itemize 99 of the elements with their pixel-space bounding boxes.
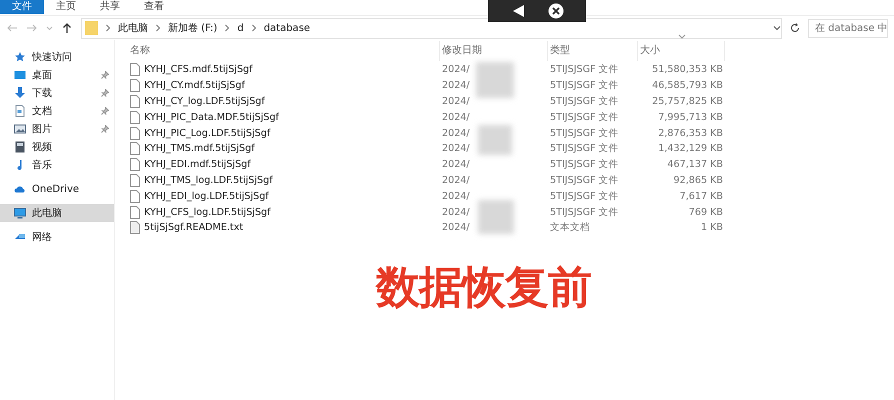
blurred-patch bbox=[478, 125, 512, 155]
search-field[interactable]: 在 database 中 bbox=[808, 18, 888, 38]
size-cell: 1 KB bbox=[700, 222, 723, 234]
file-icon bbox=[130, 94, 140, 108]
size-cell: 2,876,353 KB bbox=[658, 128, 723, 139]
type-cell: 5TIJSJSGF 文件 bbox=[550, 112, 619, 123]
address-bar[interactable]: 此电脑 新加卷 (F:) d database bbox=[81, 18, 782, 38]
file-name[interactable]: KYHJ_TMS_log.LDF.5tijSjSgf bbox=[144, 174, 273, 186]
file-name[interactable]: KYHJ_EDI.mdf.5tijSjSgf bbox=[144, 159, 251, 170]
file-name[interactable]: KYHJ_CFS.mdf.5tijSjSgf bbox=[144, 64, 253, 76]
download-icon bbox=[14, 87, 26, 99]
size-cell: 7,617 KB bbox=[680, 190, 723, 202]
blurred-patch bbox=[476, 62, 514, 98]
star-icon bbox=[14, 51, 26, 63]
date-cell: 2024/ bbox=[442, 174, 470, 186]
overlay-caption: 数据恢复前 bbox=[376, 262, 591, 314]
ribbon-tab[interactable]: 查看 bbox=[132, 0, 176, 14]
file-name[interactable]: KYHJ_CFS_log.LDF.5tijSjSgf bbox=[144, 206, 271, 218]
dropdown-caret-icon[interactable] bbox=[773, 24, 781, 32]
date-cell: 2024/ bbox=[442, 64, 470, 76]
date-cell: 2024/ bbox=[442, 222, 470, 234]
type-cell: 5TIJSJSGF 文件 bbox=[550, 80, 619, 92]
column-header[interactable]: 修改日期 bbox=[440, 41, 548, 61]
date-cell: 2024/ bbox=[442, 190, 470, 202]
chevron-icon bbox=[155, 24, 161, 32]
date-cell: 2024/ bbox=[442, 96, 470, 107]
type-cell: 5TIJSJSGF 文件 bbox=[550, 159, 619, 170]
breadcrumb[interactable]: database bbox=[264, 22, 310, 34]
chevron-icon bbox=[105, 24, 111, 32]
breadcrumb[interactable]: 此电脑 bbox=[118, 21, 148, 35]
document-icon bbox=[14, 105, 26, 117]
date-cell: 2024/ bbox=[442, 80, 470, 92]
sidebar-item[interactable]: 快速访问 bbox=[0, 48, 114, 66]
sidebar-item[interactable]: 文档 bbox=[0, 102, 114, 120]
file-icon bbox=[130, 110, 140, 124]
monitor-icon bbox=[14, 69, 26, 81]
type-cell: 5TIJSJSGF 文件 bbox=[550, 143, 619, 154]
sidebar-item[interactable]: 桌面 bbox=[0, 66, 114, 84]
film-icon bbox=[14, 141, 26, 153]
file-icon bbox=[130, 206, 140, 219]
column-header[interactable]: 大小 bbox=[638, 41, 725, 61]
sidebar-item[interactable]: 网络 bbox=[0, 228, 114, 246]
breadcrumb[interactable]: d bbox=[237, 22, 244, 34]
column-header[interactable]: 类型 bbox=[548, 41, 638, 61]
date-cell: 2024/ bbox=[442, 206, 470, 218]
sidebar-item[interactable]: OneDrive bbox=[0, 180, 114, 198]
size-cell: 92,865 KB bbox=[674, 174, 723, 186]
date-cell: 2024/ bbox=[442, 112, 470, 123]
file-icon bbox=[130, 126, 140, 140]
sidebar-item[interactable]: 图片 bbox=[0, 120, 114, 138]
type-cell: 5TIJSJSGF 文件 bbox=[550, 206, 619, 218]
ribbon-tab[interactable]: 文件 bbox=[0, 0, 44, 14]
refresh-icon[interactable] bbox=[790, 23, 800, 33]
date-cell: 2024/ bbox=[442, 143, 470, 154]
close-icon[interactable] bbox=[548, 3, 564, 19]
type-cell: 5TIJSJSGF 文件 bbox=[550, 96, 619, 107]
sidebar-item[interactable]: 视频 bbox=[0, 138, 114, 156]
type-cell: 5TIJSJSGF 文件 bbox=[550, 190, 619, 202]
breadcrumb[interactable]: 新加卷 (F:) bbox=[168, 21, 218, 35]
up-arrow-icon[interactable] bbox=[61, 22, 73, 34]
size-cell: 46,585,793 KB bbox=[652, 80, 723, 92]
file-icon bbox=[130, 174, 140, 187]
file-icon bbox=[130, 142, 140, 156]
date-cell: 2024/ bbox=[442, 159, 470, 170]
file-icon bbox=[130, 63, 140, 76]
file-name[interactable]: 5tijSjSgf.README.txt bbox=[144, 222, 244, 234]
size-cell: 769 KB bbox=[688, 206, 723, 218]
size-cell: 7,995,713 KB bbox=[658, 112, 723, 123]
file-name[interactable]: KYHJ_PIC_Log.LDF.5tijSjSgf bbox=[144, 128, 270, 139]
chevron-icon bbox=[250, 24, 257, 32]
type-cell: 5TIJSJSGF 文件 bbox=[550, 174, 619, 186]
file-name[interactable]: KYHJ_TMS.mdf.5tijSjSgf bbox=[144, 143, 255, 154]
chevron-icon bbox=[224, 24, 230, 32]
size-cell: 51,580,353 KB bbox=[652, 64, 723, 76]
sidebar-item[interactable]: 此电脑 bbox=[0, 204, 114, 222]
file-icon bbox=[130, 190, 140, 203]
size-cell: 467,137 KB bbox=[667, 159, 723, 170]
file-icon bbox=[130, 79, 140, 92]
type-cell: 5TIJSJSGF 文件 bbox=[550, 64, 619, 76]
file-name[interactable]: KYHJ_CY.mdf.5tijSjSgf bbox=[144, 80, 245, 92]
picture-icon bbox=[14, 123, 26, 135]
file-name[interactable]: KYHJ_CY_log.LDF.5tijSjSgf bbox=[144, 96, 265, 107]
ribbon-tab[interactable]: 共享 bbox=[88, 0, 132, 14]
sidebar-item[interactable]: 音乐 bbox=[0, 156, 114, 174]
file-icon bbox=[130, 158, 140, 172]
sort-caret-icon bbox=[678, 34, 686, 39]
date-cell: 2024/ bbox=[442, 128, 470, 139]
file-icon bbox=[130, 221, 140, 234]
size-cell: 25,757,825 KB bbox=[652, 96, 723, 107]
file-name[interactable]: KYHJ_PIC_Data.MDF.5tijSjSgf bbox=[144, 112, 279, 123]
type-cell: 文本文档 bbox=[550, 222, 590, 234]
size-cell: 1,432,129 KB bbox=[658, 143, 723, 154]
blurred-patch bbox=[478, 200, 514, 234]
file-name[interactable]: KYHJ_EDI_log.LDF.5tijSjSgf bbox=[144, 190, 269, 202]
column-header[interactable]: 名称 bbox=[128, 41, 440, 61]
ribbon-tab[interactable]: 主页 bbox=[44, 0, 88, 14]
monitor-icon bbox=[14, 207, 26, 219]
type-cell: 5TIJSJSGF 文件 bbox=[550, 128, 619, 139]
sidebar-item[interactable]: 下载 bbox=[0, 84, 114, 102]
